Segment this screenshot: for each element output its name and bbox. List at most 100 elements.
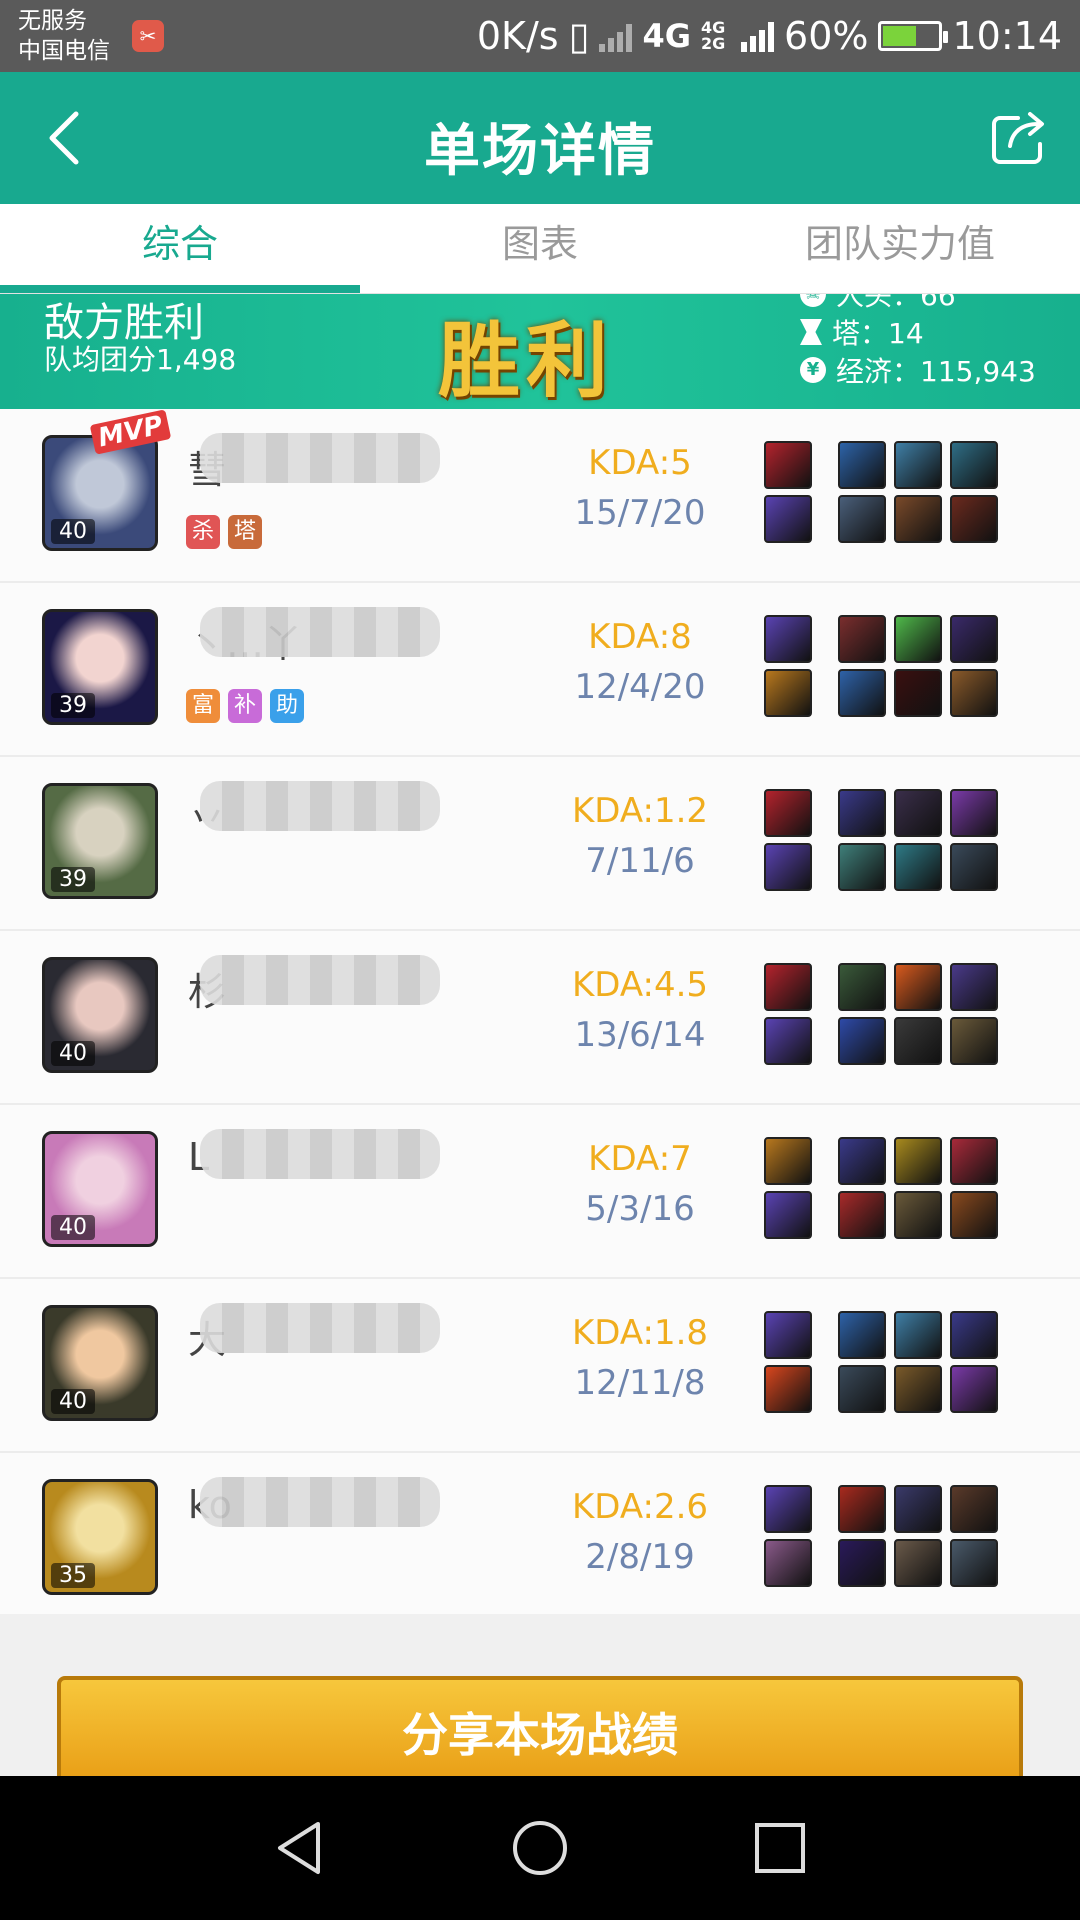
player-avatar[interactable]: 40 (42, 957, 158, 1073)
equipment-item-icon[interactable] (894, 1137, 942, 1185)
equipment-item-icon[interactable] (950, 789, 998, 837)
summoner-spell-icon[interactable] (764, 441, 812, 489)
summoner-spell-icon[interactable] (764, 495, 812, 543)
tab-team-strength[interactable]: 团队实力值 (720, 204, 1080, 293)
player-avatar[interactable]: 39 (42, 783, 158, 899)
equipment-item-icon[interactable] (838, 1017, 886, 1065)
summoner-spell-icon[interactable] (764, 843, 812, 891)
status-bar: 无服务 中国电信 ✂ 0K/s ▯ 4G 4G 2G 60% 10:14 (0, 0, 1080, 72)
equipment-item-icon[interactable] (950, 963, 998, 1011)
tab-charts[interactable]: 图表 (360, 204, 720, 293)
equipment-item-icon[interactable] (894, 1539, 942, 1587)
kills-icon: ☠ (800, 294, 826, 307)
equipment-item-icon[interactable] (838, 1539, 886, 1587)
equipment-item-icon[interactable] (894, 1191, 942, 1239)
equipment-item-icon[interactable] (894, 1017, 942, 1065)
item-spacer (820, 843, 830, 891)
equipment-item-icon[interactable] (894, 615, 942, 663)
summoner-spell-icon[interactable] (764, 1539, 812, 1587)
player-row[interactable]: 40MVP彗杀塔KDA:515/7/20 (0, 409, 1080, 583)
equipment-item-icon[interactable] (894, 441, 942, 489)
player-row[interactable]: 40杉KDA:4.513/6/14 (0, 931, 1080, 1105)
equipment-item-icon[interactable] (838, 1485, 886, 1533)
player-kda: KDA:8 (588, 617, 692, 657)
player-avatar[interactable]: 40 (42, 1305, 158, 1421)
tab-overview[interactable]: 综合 (0, 204, 360, 293)
equipment-item-icon[interactable] (838, 669, 886, 717)
player-avatar[interactable]: 39 (42, 609, 158, 725)
equipment-item-icon[interactable] (894, 1365, 942, 1413)
player-level: 35 (51, 1563, 95, 1588)
equipment-item-icon[interactable] (950, 1539, 998, 1587)
equipment-item-icon[interactable] (894, 963, 942, 1011)
circle-home-icon[interactable] (512, 1820, 568, 1876)
summoner-spell-icon[interactable] (764, 669, 812, 717)
player-tag: 补 (228, 689, 262, 723)
player-avatar[interactable]: 40 (42, 1131, 158, 1247)
equipment-item-icon[interactable] (950, 495, 998, 543)
equipment-item-icon[interactable] (894, 1311, 942, 1359)
equipment-item-icon[interactable] (950, 441, 998, 489)
item-spacer (820, 615, 830, 663)
equipment-item-icon[interactable] (950, 1191, 998, 1239)
equipment-item-icon[interactable] (894, 789, 942, 837)
summoner-spell-icon[interactable] (764, 1017, 812, 1065)
equipment-item-icon[interactable] (950, 1017, 998, 1065)
item-spacer (820, 789, 830, 837)
equipment-item-icon[interactable] (894, 1485, 942, 1533)
equipment-item-icon[interactable] (838, 1365, 886, 1413)
app-header: 单场详情 (0, 72, 1080, 204)
battery-icon (878, 21, 949, 51)
equipment-item-icon[interactable] (950, 1137, 998, 1185)
equipment-item-icon[interactable] (950, 1485, 998, 1533)
square-recent-icon[interactable] (752, 1820, 808, 1876)
kills-value: 人头：66 (836, 294, 956, 312)
equipment-item-icon[interactable] (894, 843, 942, 891)
player-row[interactable]: 39丷KDA:1.27/11/6 (0, 757, 1080, 931)
equipment-item-icon[interactable] (838, 843, 886, 891)
share-icon[interactable] (988, 106, 1050, 168)
equipment-item-icon[interactable] (838, 441, 886, 489)
equipment-item-icon[interactable] (838, 789, 886, 837)
summoner-spell-icon[interactable] (764, 789, 812, 837)
item-spacer (820, 1485, 830, 1533)
summoner-spell-icon[interactable] (764, 1311, 812, 1359)
player-kda: KDA:4.5 (571, 965, 709, 1005)
equipment-item-icon[interactable] (838, 963, 886, 1011)
player-row[interactable]: 40大KDA:1.812/11/8 (0, 1279, 1080, 1453)
summoner-spell-icon[interactable] (764, 1191, 812, 1239)
equipment-item-icon[interactable] (950, 843, 998, 891)
summoner-spell-icon[interactable] (764, 1365, 812, 1413)
towers-value: 塔：14 (832, 317, 924, 350)
item-spacer (820, 1137, 830, 1185)
towers-stat: 塔：14 (800, 312, 924, 352)
signal-strength-icon (741, 20, 775, 52)
equipment-item-icon[interactable] (838, 615, 886, 663)
player-kill-death-assist: 2/8/19 (585, 1537, 695, 1577)
summoner-spell-icon[interactable] (764, 615, 812, 663)
player-row[interactable]: 35koKDA:2.62/8/19 (0, 1453, 1080, 1627)
summoner-spell-icon[interactable] (764, 963, 812, 1011)
equipment-item-icon[interactable] (894, 669, 942, 717)
battery-fill (883, 26, 916, 46)
equipment-item-icon[interactable] (950, 615, 998, 663)
equipment-item-icon[interactable] (838, 1191, 886, 1239)
equipment-item-icon[interactable] (894, 495, 942, 543)
player-items (764, 1485, 1004, 1587)
item-spacer (820, 1539, 830, 1587)
item-spacer (820, 1017, 830, 1065)
equipment-item-icon[interactable] (838, 1311, 886, 1359)
equipment-item-icon[interactable] (950, 1311, 998, 1359)
equipment-item-icon[interactable] (950, 669, 998, 717)
equipment-item-icon[interactable] (838, 495, 886, 543)
equipment-item-icon[interactable] (838, 1137, 886, 1185)
player-row[interactable]: 40 L KDA:7 5/3/16 (0, 1105, 1080, 1279)
network-type-small: 4G 2G (701, 18, 726, 53)
player-avatar[interactable]: 35 (42, 1479, 158, 1595)
triangle-back-icon[interactable] (272, 1820, 328, 1876)
clock: 10:14 (952, 14, 1062, 58)
summoner-spell-icon[interactable] (764, 1485, 812, 1533)
equipment-item-icon[interactable] (950, 1365, 998, 1413)
summoner-spell-icon[interactable] (764, 1137, 812, 1185)
player-row[interactable]: 39丶…丫富补助KDA:812/4/20 (0, 583, 1080, 757)
